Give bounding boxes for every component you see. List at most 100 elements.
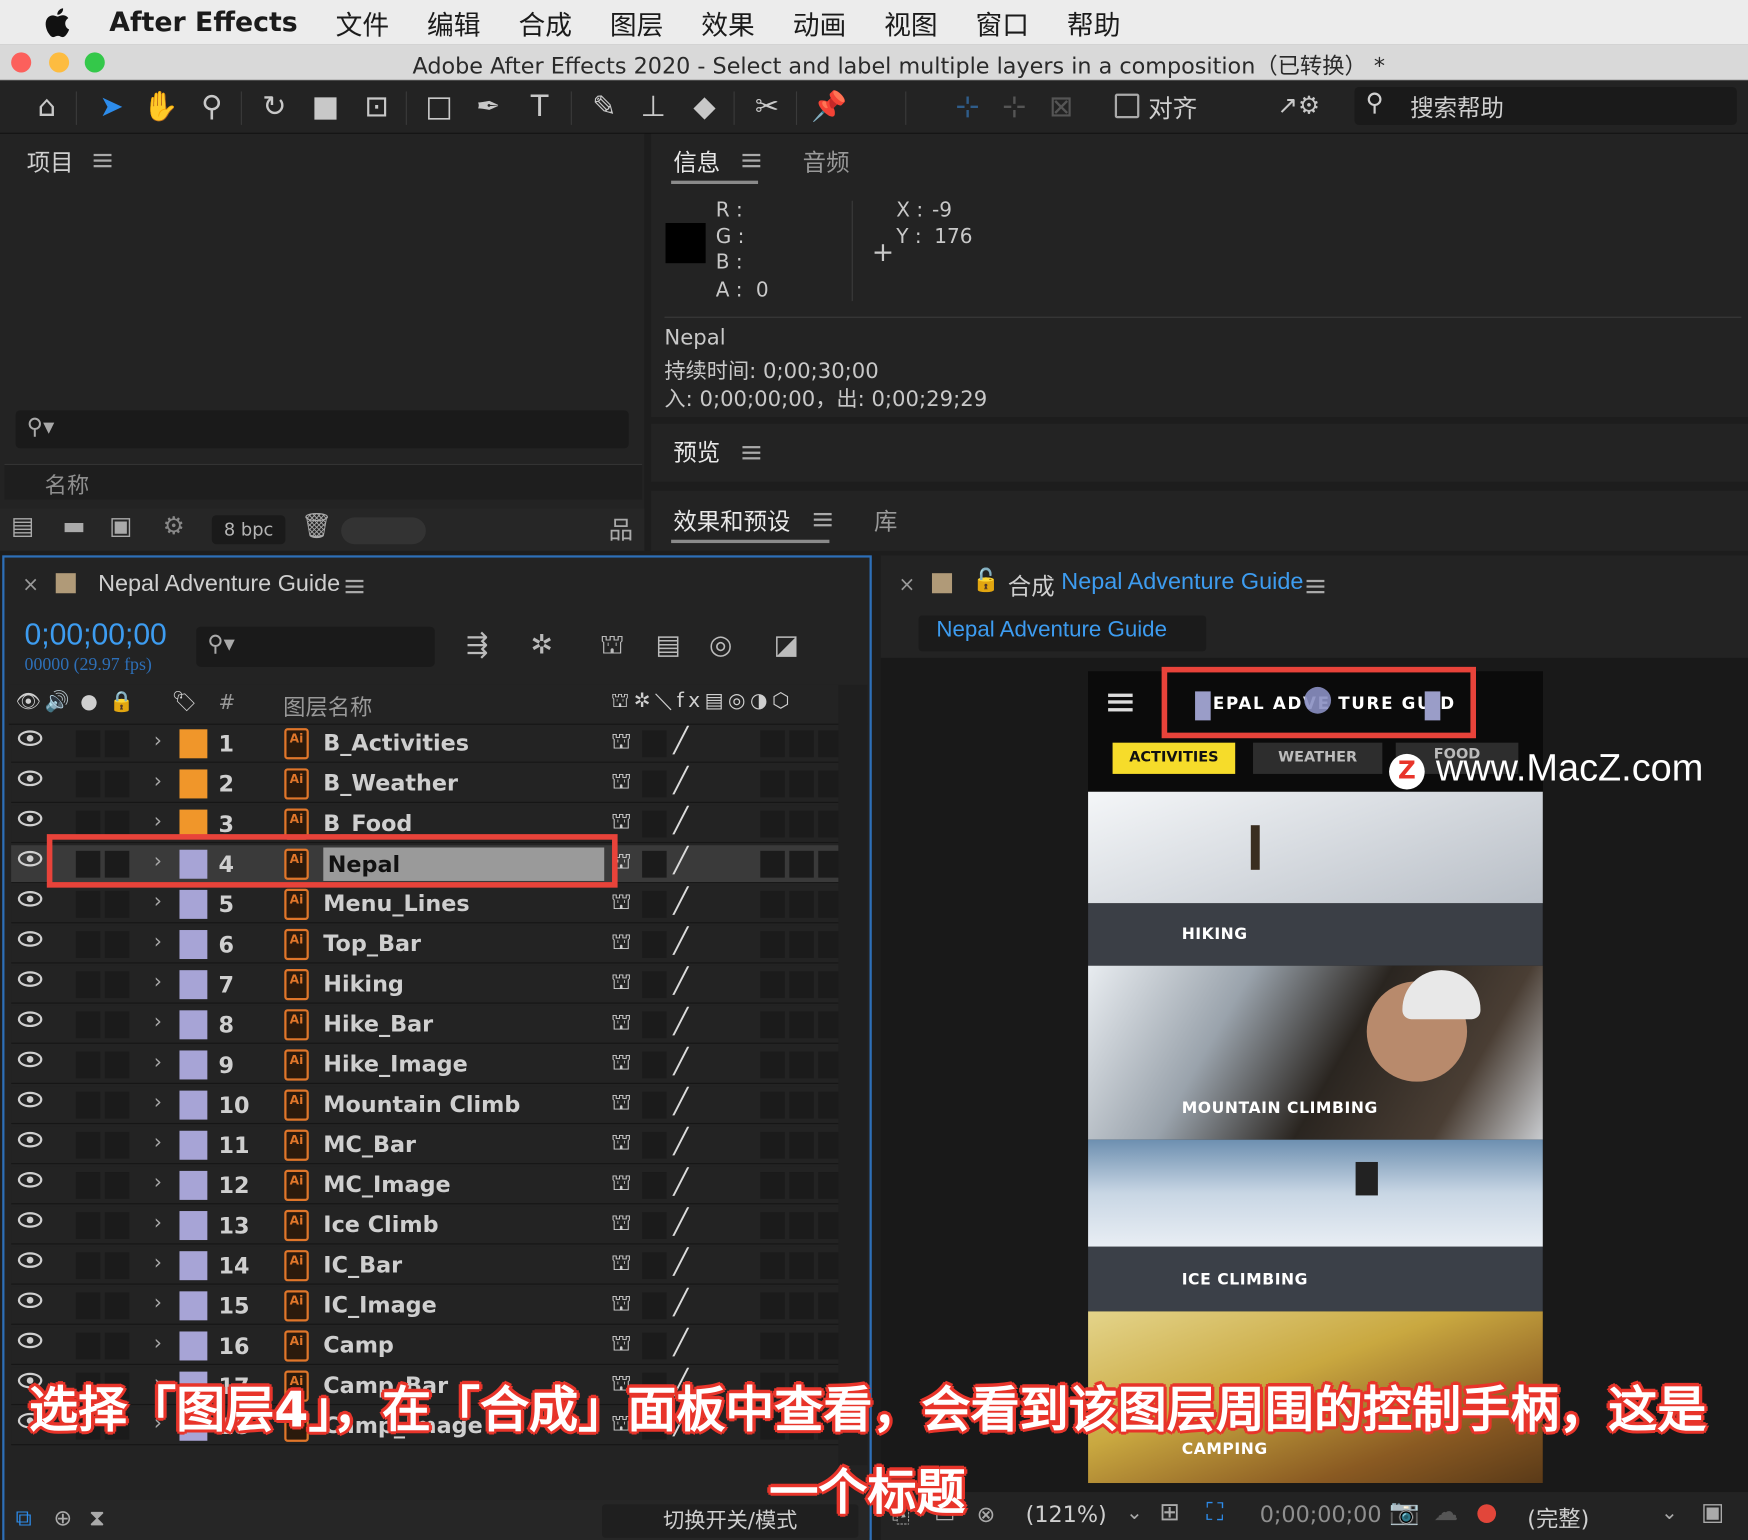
layer-row-15[interactable]: › 15 Ai IC_Image ⛫ ╱ (11, 1286, 843, 1325)
thumbnail-slider[interactable] (341, 517, 426, 545)
roto-brush-icon[interactable]: ✂ (747, 87, 787, 127)
lock-switch[interactable] (104, 1252, 130, 1280)
shy-switch-icon[interactable]: ⛫ (611, 1169, 632, 1199)
collapse-switch[interactable] (642, 810, 667, 838)
preview-panel-title[interactable]: 预览 (673, 435, 720, 468)
type-tool-icon[interactable]: T (519, 87, 559, 127)
visibility-eye-icon[interactable] (17, 931, 43, 947)
layer-name[interactable]: Mountain Climb (323, 1091, 520, 1118)
info-menu-icon[interactable] (742, 153, 761, 168)
layer-name[interactable]: Hike_Bar (323, 1010, 433, 1037)
close-window-button[interactable] (11, 52, 32, 73)
effects-switch[interactable] (760, 770, 785, 798)
snapshot-icon[interactable]: 📷 (1389, 1499, 1420, 1527)
frame-blend-switch[interactable] (789, 1051, 814, 1079)
layer-row-13[interactable]: › 13 Ai Ice Climb ⛫ ╱ (11, 1206, 843, 1245)
transparency-grid-icon[interactable]: ⛶ (1206, 1499, 1223, 1527)
menu-composition[interactable]: 合成 (518, 3, 572, 42)
quality-switch-icon[interactable]: ╱ (673, 1088, 688, 1116)
view-axis-icon[interactable]: ⊠ (1041, 87, 1081, 127)
tab-audio[interactable]: 音频 (803, 145, 850, 178)
chevron-right-icon[interactable]: › (154, 1251, 162, 1274)
quality-switch-icon[interactable]: ╱ (673, 1209, 688, 1237)
resolution-select[interactable]: (完整) (1527, 1501, 1589, 1533)
visibility-eye-icon[interactable] (17, 1172, 43, 1188)
local-axis-icon[interactable]: ⊹ (948, 87, 988, 127)
collapse-switch[interactable] (642, 1292, 667, 1320)
layer-name[interactable]: IC_Image (323, 1291, 436, 1318)
layer-label-color[interactable] (179, 1010, 208, 1040)
shy-switch-icon[interactable]: ⛫ (611, 1008, 632, 1038)
layer-label-color[interactable] (179, 1050, 208, 1080)
solo-switch[interactable] (75, 1091, 101, 1119)
visibility-eye-icon[interactable] (17, 1091, 43, 1108)
draft-3d-icon[interactable]: ✲ (531, 629, 553, 660)
chevron-down-icon[interactable]: ⌄ (1126, 1501, 1143, 1524)
quality-switch-icon[interactable]: ╱ (673, 1289, 688, 1317)
layer-name[interactable]: Hike_Image (323, 1050, 467, 1077)
close-tab-icon[interactable]: × (22, 573, 39, 596)
layer-row-16[interactable]: › 16 Ai Camp ⛫ ╱ (11, 1327, 843, 1365)
layer-label-color[interactable] (179, 1251, 208, 1281)
layer-label-color[interactable] (179, 1090, 208, 1120)
align-checkbox[interactable] (1114, 93, 1140, 119)
layer-row-11[interactable]: › 11 Ai MC_Bar ⛫ ╱ (11, 1126, 843, 1165)
composition-flowchart-icon[interactable]: ⇶ (466, 629, 488, 660)
quality-switch-icon[interactable]: ╱ (673, 968, 688, 996)
minimize-window-button[interactable] (49, 52, 70, 73)
layer-name[interactable]: IC_Bar (323, 1251, 402, 1278)
collapse-switch[interactable] (642, 1172, 667, 1199)
layer-name[interactable]: B_Food (323, 810, 412, 837)
menu-animation[interactable]: 动画 (793, 3, 847, 42)
chevron-right-icon[interactable]: › (154, 1291, 162, 1314)
solo-switch[interactable] (75, 971, 101, 999)
solo-switch[interactable] (75, 1332, 101, 1360)
layer-row-8[interactable]: › 8 Ai Hike_Bar ⛫ ╱ (11, 1005, 843, 1044)
effects-switch[interactable] (760, 1011, 785, 1039)
in-out-stretch-icon[interactable]: ⧗ (89, 1504, 105, 1531)
frame-blend-switch[interactable] (789, 1292, 814, 1320)
layer-label-color[interactable] (179, 889, 208, 919)
solo-switch[interactable] (75, 770, 101, 798)
preview-menu-icon[interactable] (742, 446, 761, 460)
frame-blend-switch[interactable] (789, 1252, 814, 1280)
layer-name[interactable]: MC_Bar (323, 1131, 416, 1158)
chevron-right-icon[interactable]: › (154, 769, 162, 792)
lock-switch[interactable] (104, 890, 130, 918)
workspace-icon[interactable]: ↗⚙ (1260, 87, 1338, 127)
pen-tool-icon[interactable]: ✒ (468, 87, 508, 127)
puppet-pin-icon[interactable]: 📌 (809, 87, 849, 127)
project-panel-title[interactable]: 项目 (27, 145, 74, 178)
layer-row-7[interactable]: › 7 Ai Hiking ⛫ ╱ (11, 965, 843, 1004)
tab-library[interactable]: 库 (874, 504, 897, 537)
solo-switch[interactable] (75, 1212, 101, 1239)
column-layer-name[interactable]: 图层名称 (283, 689, 372, 721)
frame-blend-switch[interactable] (789, 1131, 814, 1159)
color-channels-icon[interactable]: ● (1476, 1499, 1497, 1527)
quality-switch-icon[interactable]: ╱ (673, 727, 688, 755)
chevron-down-icon[interactable]: ⌄ (1661, 1501, 1678, 1524)
composition-menu-icon[interactable] (1306, 579, 1325, 594)
clone-stamp-icon[interactable]: ⊥ (633, 87, 673, 127)
effects-switch[interactable] (760, 971, 785, 999)
collapse-switch[interactable] (642, 931, 667, 958)
project-settings-icon[interactable]: ⚙ (163, 513, 185, 541)
eraser-tool-icon[interactable]: ◆ (684, 87, 724, 127)
visibility-eye-icon[interactable] (17, 1332, 43, 1349)
lock-column-icon[interactable]: 🔒 (109, 690, 134, 713)
visibility-eye-icon[interactable] (17, 770, 43, 787)
effects-switch[interactable] (760, 730, 785, 758)
layer-name[interactable]: B_Activities (323, 729, 469, 756)
comp-current-time[interactable]: 0;00;00;00 (1260, 1501, 1382, 1528)
shy-switch-icon[interactable]: ⛫ (611, 1289, 632, 1319)
frame-blend-switch[interactable] (789, 1091, 814, 1119)
quality-switch-icon[interactable]: ╱ (673, 1129, 688, 1157)
frame-blend-switch[interactable] (789, 850, 814, 878)
chevron-right-icon[interactable]: › (154, 1091, 162, 1114)
graph-editor-icon[interactable]: ◪ (774, 629, 799, 660)
layer-label-color[interactable] (179, 970, 208, 1000)
timeline-scrollbar[interactable] (838, 684, 868, 1466)
zoom-window-button[interactable] (84, 52, 105, 73)
shy-switch-icon[interactable]: ⛫ (611, 727, 632, 757)
chevron-right-icon[interactable]: › (154, 1010, 162, 1033)
